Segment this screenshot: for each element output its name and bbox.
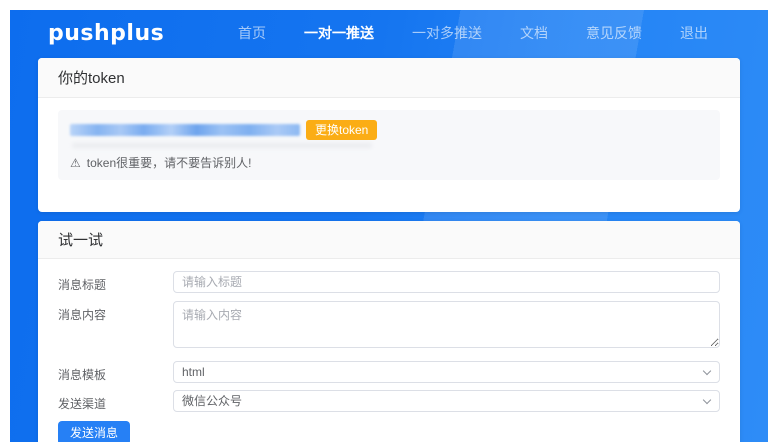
send-channel-select[interactable]: 微信公众号: [173, 390, 720, 412]
warning-triangle-icon: ⚠: [70, 156, 81, 170]
token-card: 你的token 更换token ⚠ token很重要，请不要告诉别人!: [38, 58, 740, 212]
nav-item-feedback[interactable]: 意见反馈: [586, 23, 642, 43]
try-card-body: 消息标题 消息内容 消息模板 html: [38, 259, 740, 442]
change-token-button[interactable]: 更换token: [306, 120, 377, 140]
token-warning-text: token很重要，请不要告诉别人!: [87, 154, 252, 171]
token-card-body: 更换token ⚠ token很重要，请不要告诉别人!: [38, 98, 740, 212]
top-navbar: pushplus 首页 一对一推送 一对多推送 文档 意见反馈 退出: [10, 10, 768, 56]
pushplus-logo[interactable]: pushplus: [48, 21, 164, 46]
nav-item-docs[interactable]: 文档: [520, 23, 548, 43]
token-panel: 更换token ⚠ token很重要，请不要告诉别人!: [58, 110, 720, 180]
main-nav: 首页 一对一推送 一对多推送 文档 意见反馈 退出: [238, 23, 708, 43]
form-row-content: 消息内容: [58, 301, 720, 348]
try-card-title: 试一试: [38, 221, 740, 259]
app-background: pushplus 首页 一对一推送 一对多推送 文档 意见反馈 退出 你的tok…: [10, 10, 768, 442]
message-template-select[interactable]: html: [173, 361, 720, 383]
nav-item-home[interactable]: 首页: [238, 23, 266, 43]
message-content-label: 消息内容: [58, 301, 173, 323]
token-ghost-blur: [72, 143, 372, 148]
token-warning: ⚠ token很重要，请不要告诉别人!: [70, 154, 708, 171]
message-title-input[interactable]: [173, 271, 720, 293]
nav-item-one-to-one[interactable]: 一对一推送: [304, 23, 374, 43]
try-card: 试一试 消息标题 消息内容 消息模板 html: [38, 221, 740, 442]
message-content-textarea[interactable]: [173, 301, 720, 348]
send-message-button[interactable]: 发送消息: [58, 421, 130, 442]
token-card-title: 你的token: [38, 58, 740, 98]
form-row-channel: 发送渠道 微信公众号: [58, 390, 720, 412]
nav-item-one-to-many[interactable]: 一对多推送: [412, 23, 482, 43]
send-channel-label: 发送渠道: [58, 390, 173, 412]
nav-item-logout[interactable]: 退出: [680, 23, 708, 43]
form-row-template: 消息模板 html: [58, 361, 720, 383]
message-title-label: 消息标题: [58, 271, 173, 293]
form-row-title: 消息标题: [58, 271, 720, 293]
token-row: 更换token: [70, 120, 708, 140]
message-template-label: 消息模板: [58, 361, 173, 383]
token-value-blurred: [70, 124, 300, 136]
